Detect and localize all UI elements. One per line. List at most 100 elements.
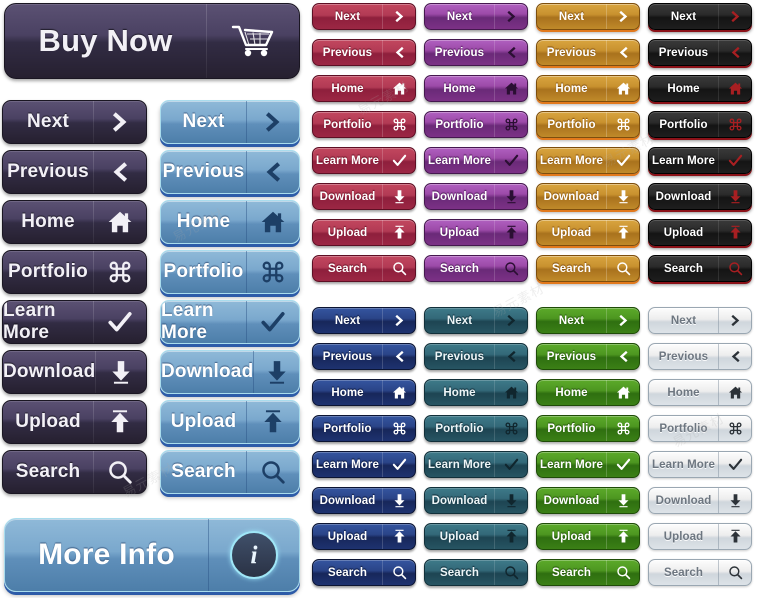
home-icon [383,76,415,101]
upload-label: Upload [439,530,480,543]
next-button-gold[interactable]: Next [536,3,640,30]
portfolio-button-black[interactable]: Portfolio [648,111,752,138]
portfolio-button-gold[interactable]: Portfolio [536,111,640,138]
portfolio-button-dark-purple[interactable]: Portfolio [2,250,147,294]
home-button-black[interactable]: Home [648,75,752,102]
arrow-up-icon [383,524,415,549]
download-button-teal[interactable]: Download [424,487,528,514]
download-button-gold[interactable]: Download [536,183,640,210]
next-button-red[interactable]: Next [312,3,416,30]
next-button-magenta[interactable]: Next [424,3,528,30]
previous-button-dark-purple[interactable]: Previous [2,150,147,194]
previous-label: Previous [658,350,709,363]
home-button-dark-purple[interactable]: Home [2,200,147,244]
upload-button-light-blue[interactable]: Upload [160,400,300,444]
download-button-red[interactable]: Download [312,183,416,210]
home-icon [607,76,639,101]
next-button-green[interactable]: Next [536,307,640,334]
learn-more-button-black[interactable]: Learn More [648,147,752,174]
portfolio-button-silver[interactable]: Portfolio [648,415,752,442]
next-button-light-blue[interactable]: Next [160,100,300,144]
download-button-black[interactable]: Download [648,183,752,210]
portfolio-button-teal[interactable]: Portfolio [424,415,528,442]
home-button-red[interactable]: Home [312,75,416,102]
home-button-magenta[interactable]: Home [424,75,528,102]
learn-more-label: Learn More [316,154,379,167]
arrow-up-icon [495,220,527,245]
learn-more-button-teal[interactable]: Learn More [424,451,528,478]
search-button-gold[interactable]: Search [536,255,640,282]
search-button-green[interactable]: Search [536,559,640,586]
download-button-magenta[interactable]: Download [424,183,528,210]
previous-button-light-blue[interactable]: Previous [160,150,300,194]
download-label: Download [319,494,376,507]
learn-more-button-magenta[interactable]: Learn More [424,147,528,174]
home-button-navy[interactable]: Home [312,379,416,406]
learn-more-button-dark-purple[interactable]: Learn More [2,300,147,344]
previous-button-gold[interactable]: Previous [536,39,640,66]
upload-button-silver[interactable]: Upload [648,523,752,550]
previous-button-magenta[interactable]: Previous [424,39,528,66]
search-button-black[interactable]: Search [648,255,752,282]
chevron-right-icon [607,4,639,29]
home-label: Home [555,386,588,399]
download-button-light-blue[interactable]: Download [160,350,300,394]
search-button-teal[interactable]: Search [424,559,528,586]
upload-button-red[interactable]: Upload [312,219,416,246]
upload-button-black[interactable]: Upload [648,219,752,246]
next-button-silver[interactable]: Next [648,307,752,334]
download-button-navy[interactable]: Download [312,487,416,514]
portfolio-button-navy[interactable]: Portfolio [312,415,416,442]
chevron-left-icon [94,151,146,193]
portfolio-button-magenta[interactable]: Portfolio [424,111,528,138]
learn-more-button-red[interactable]: Learn More [312,147,416,174]
home-button-gold[interactable]: Home [536,75,640,102]
learn-more-button-navy[interactable]: Learn More [312,451,416,478]
command-icon [719,112,751,137]
more-info-button[interactable]: More Info i [4,518,300,592]
previous-button-green[interactable]: Previous [536,343,640,370]
previous-button-teal[interactable]: Previous [424,343,528,370]
magnifier-icon [247,451,299,493]
next-button-teal[interactable]: Next [424,307,528,334]
home-button-silver[interactable]: Home [648,379,752,406]
download-button-green[interactable]: Download [536,487,640,514]
previous-button-black[interactable]: Previous [648,39,752,66]
upload-button-teal[interactable]: Upload [424,523,528,550]
home-button-teal[interactable]: Home [424,379,528,406]
upload-button-navy[interactable]: Upload [312,523,416,550]
download-button-dark-purple[interactable]: Download [2,350,147,394]
home-button-green[interactable]: Home [536,379,640,406]
search-button-red[interactable]: Search [312,255,416,282]
upload-button-magenta[interactable]: Upload [424,219,528,246]
check-icon [383,148,415,173]
upload-button-green[interactable]: Upload [536,523,640,550]
previous-label: Previous [322,46,373,59]
learn-more-button-green[interactable]: Learn More [536,451,640,478]
previous-button-navy[interactable]: Previous [312,343,416,370]
learn-more-button-gold[interactable]: Learn More [536,147,640,174]
next-button-black[interactable]: Next [648,3,752,30]
home-button-light-blue[interactable]: Home [160,200,300,244]
search-button-navy[interactable]: Search [312,559,416,586]
next-button-dark-purple[interactable]: Next [2,100,147,144]
search-button-light-blue[interactable]: Search [160,450,300,494]
buy-now-button[interactable]: Buy Now [4,3,300,79]
upload-button-dark-purple[interactable]: Upload [2,400,147,444]
upload-button-gold[interactable]: Upload [536,219,640,246]
portfolio-button-red[interactable]: Portfolio [312,111,416,138]
command-icon [247,251,299,293]
next-button-navy[interactable]: Next [312,307,416,334]
learn-more-button-light-blue[interactable]: Learn More [160,300,300,344]
next-label: Next [670,10,697,23]
portfolio-button-light-blue[interactable]: Portfolio [160,250,300,294]
previous-button-silver[interactable]: Previous [648,343,752,370]
portfolio-button-green[interactable]: Portfolio [536,415,640,442]
previous-button-red[interactable]: Previous [312,39,416,66]
chevron-left-icon [719,40,751,65]
download-button-silver[interactable]: Download [648,487,752,514]
learn-more-button-silver[interactable]: Learn More [648,451,752,478]
search-button-magenta[interactable]: Search [424,255,528,282]
search-button-silver[interactable]: Search [648,559,752,586]
search-button-dark-purple[interactable]: Search [2,450,147,494]
